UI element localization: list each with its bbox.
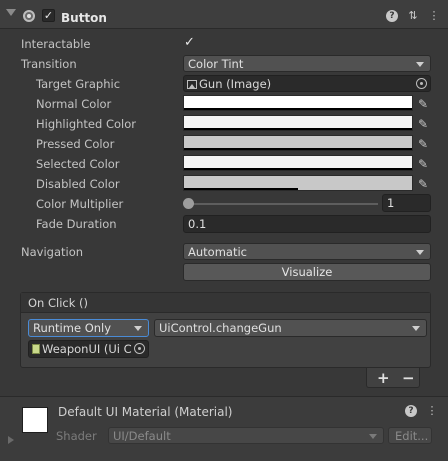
alpha-bar <box>184 128 412 130</box>
alpha-bar <box>184 168 412 170</box>
target-graphic-label: Target Graphic <box>36 77 121 91</box>
navigation-label: Navigation <box>21 245 84 259</box>
target-object-value: WeaponUI (Ui C <box>42 342 132 356</box>
eyedropper-icon[interactable]: ✎ <box>418 117 432 131</box>
color-label: Disabled Color <box>36 177 120 191</box>
shader-value: UI/Default <box>113 429 171 443</box>
runtime-mode-value: Runtime Only <box>33 321 112 335</box>
color-swatch[interactable] <box>183 155 413 171</box>
color-row: Pressed Color ✎ <box>0 134 448 154</box>
target-graphic-value: Gun (Image) <box>199 77 272 91</box>
play-arrow-icon[interactable] <box>8 436 14 444</box>
eyedropper-icon[interactable]: ✎ <box>418 177 432 191</box>
chevron-down-icon <box>134 326 142 331</box>
kebab-menu-icon[interactable]: ⋮ <box>426 405 438 417</box>
alpha-bar <box>184 188 298 190</box>
event-list-footer: + − <box>366 368 420 388</box>
component-title: Button <box>61 11 107 25</box>
navigation-value: Automatic <box>188 245 247 259</box>
shader-dropdown[interactable]: UI/Default <box>108 427 384 444</box>
color-multiplier-label: Color Multiplier <box>36 197 124 211</box>
on-click-event-list: On Click () Runtime Only UiControl.chang… <box>20 292 431 368</box>
image-icon <box>187 80 197 89</box>
component-enabled-checkbox[interactable]: ✓ <box>42 9 55 22</box>
interactable-label: Interactable <box>21 37 91 51</box>
color-row: Normal Color ✎ <box>0 94 448 114</box>
material-preview <box>22 407 48 433</box>
presets-icon[interactable]: ⇅ <box>407 10 419 22</box>
color-swatch[interactable] <box>183 95 413 111</box>
color-swatch[interactable] <box>183 175 413 191</box>
alpha-bar <box>184 148 412 150</box>
target-graphic-field[interactable]: Gun (Image) <box>183 75 431 92</box>
target-object-field[interactable]: WeaponUI (Ui C <box>28 340 149 358</box>
fade-duration-label: Fade Duration <box>36 217 117 231</box>
eyedropper-icon[interactable]: ✎ <box>418 157 432 171</box>
interactable-checkbox[interactable]: ✓ <box>183 36 196 50</box>
button-component-icon <box>23 10 35 22</box>
alpha-bar <box>184 108 412 110</box>
color-swatch[interactable] <box>183 135 413 151</box>
kebab-menu-icon[interactable]: ⋮ <box>428 10 440 22</box>
eyedropper-icon[interactable]: ✎ <box>418 97 432 111</box>
chevron-down-icon <box>416 250 424 255</box>
script-icon <box>32 344 40 354</box>
color-multiplier-slider-handle[interactable] <box>183 198 194 209</box>
remove-event-button[interactable]: − <box>402 369 415 387</box>
material-title: Default UI Material (Material) <box>58 405 233 419</box>
color-label: Pressed Color <box>36 137 115 151</box>
visualize-button[interactable]: Visualize <box>183 263 431 281</box>
chevron-down-icon <box>416 62 424 67</box>
object-picker-icon[interactable] <box>134 343 145 354</box>
chevron-down-icon <box>412 326 420 331</box>
transition-value: Color Tint <box>188 57 244 71</box>
transition-dropdown[interactable]: Color Tint <box>183 55 431 72</box>
color-label: Normal Color <box>36 97 112 111</box>
add-event-button[interactable]: + <box>377 369 390 387</box>
color-label: Selected Color <box>36 157 120 171</box>
object-picker-icon[interactable] <box>416 78 427 89</box>
runtime-mode-dropdown[interactable]: Runtime Only <box>28 319 149 337</box>
transition-label: Transition <box>21 57 77 71</box>
help-icon[interactable]: ? <box>405 405 417 417</box>
material-section: Default UI Material (Material) ? ⋮ Shade… <box>0 397 448 461</box>
color-swatch[interactable] <box>183 115 413 131</box>
edit-shader-button[interactable]: Edit... <box>388 427 432 444</box>
help-icon[interactable]: ? <box>386 10 398 22</box>
component-header[interactable]: ✓ Button ? ⇅ ⋮ <box>0 0 448 29</box>
interactable-row: Interactable ✓ <box>0 34 448 54</box>
color-row: Selected Color ✎ <box>0 154 448 174</box>
fade-duration-row: Fade Duration 0.1 <box>0 214 448 234</box>
chevron-down-icon <box>369 434 377 439</box>
target-graphic-row: Target Graphic Gun (Image) <box>0 74 448 94</box>
eyedropper-icon[interactable]: ✎ <box>418 137 432 151</box>
navigation-dropdown[interactable]: Automatic <box>183 243 431 260</box>
color-row: Highlighted Color ✎ <box>0 114 448 134</box>
color-multiplier-slider-track[interactable] <box>186 203 378 205</box>
function-dropdown[interactable]: UiControl.changeGun <box>154 319 427 337</box>
transition-row: Transition Color Tint <box>0 54 448 74</box>
color-row: Disabled Color ✎ <box>0 174 448 194</box>
foldout-arrow-icon[interactable] <box>6 9 16 16</box>
on-click-header: On Click () <box>21 293 430 313</box>
fade-duration-input[interactable]: 0.1 <box>183 215 431 233</box>
color-label: Highlighted Color <box>36 117 136 131</box>
function-value: UiControl.changeGun <box>159 321 282 335</box>
color-multiplier-input[interactable]: 1 <box>382 194 431 212</box>
shader-label: Shader <box>56 429 97 443</box>
color-multiplier-row: Color Multiplier 1 <box>0 194 448 214</box>
navigation-row: Navigation Automatic <box>0 242 448 262</box>
